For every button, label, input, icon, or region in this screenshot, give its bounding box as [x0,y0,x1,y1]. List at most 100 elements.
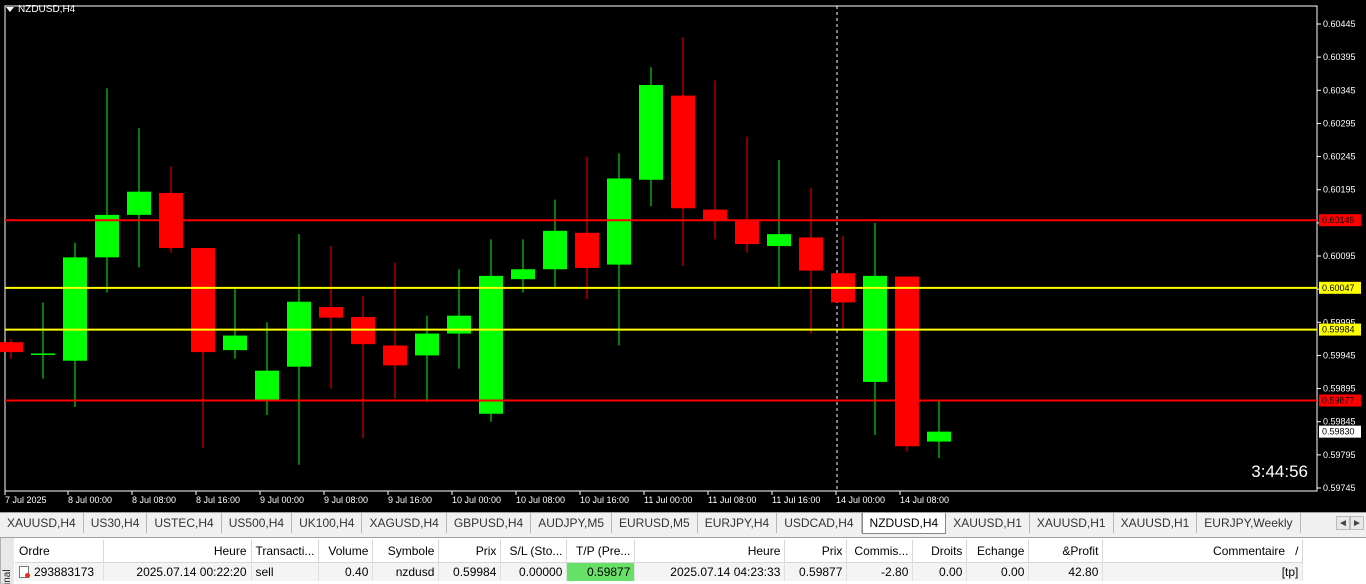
tab-ustec-h4[interactable]: USTEC,H4 [147,513,222,533]
tab-us30-h4[interactable]: US30,H4 [84,513,148,533]
price-tick-label: 0.60395 [1323,52,1356,62]
tab-xauusd-h1[interactable]: XAUUSD,H1 [1030,513,1114,533]
table-cell: 0.00000 [500,562,568,581]
tab-xagusd-h4[interactable]: XAGUSD,H4 [362,513,447,533]
candle-body [639,84,663,180]
candle-body [287,301,311,367]
table-cell: 0.59984 [438,562,502,581]
table-cell: 42.80 [1028,562,1104,581]
time-tick-label: 9 Jul 08:00 [324,495,368,505]
chart-area[interactable]: 0.60445 0.60395 0.60345 0.60295 0.60245 0.601… [0,0,1366,512]
table-cell: [tp] [1102,562,1304,581]
price-tick-label: 0.60295 [1323,118,1356,128]
table-cell: 0.00 [966,562,1030,581]
tab-eurusd-m5[interactable]: EURUSD,M5 [612,513,698,533]
candle-body [0,342,23,353]
price-tick-label: 0.60345 [1323,85,1356,95]
tab-usdcad-h4[interactable]: USDCAD,H4 [777,513,862,533]
column-header[interactable]: Commis... [846,540,914,563]
candle-body [703,209,727,220]
time-tick-label: 14 Jul 08:00 [900,495,949,505]
tab-xauusd-h1[interactable]: XAUUSD,H1 [1114,513,1198,533]
column-header[interactable]: &Profit [1028,540,1104,563]
tab-eurjpy-weekly[interactable]: EURJPY,Weekly [1197,513,1301,533]
level-price-label: 0.60149 [1322,215,1355,225]
candle-body [255,370,279,400]
table-cell: 293883173 [15,562,104,581]
candle-countdown: 3:44:56 [1251,462,1308,481]
price-tick-label: 0.59845 [1323,417,1356,427]
column-header[interactable]: Prix [784,540,848,563]
candle-body [895,276,919,447]
candle-body [735,219,759,245]
level-price-label: 0.59984 [1322,325,1355,335]
column-header[interactable]: Symbole [372,540,440,563]
time-tick-label: 10 Jul 16:00 [580,495,629,505]
table-cell: nzdusd [372,562,440,581]
candle-body [575,232,599,268]
table-cell: 2025.07.14 00:22:20 [103,562,252,581]
time-tick-label: 9 Jul 16:00 [388,495,432,505]
candle-body [191,248,215,353]
column-header[interactable]: Commentaire / [1102,540,1304,563]
candle-body [543,230,567,270]
candle-body [799,237,823,271]
column-header[interactable]: T/P (Pre... [566,540,636,563]
time-tick-label: 7 Jul 2025 [5,495,47,505]
chevron-down-icon[interactable] [6,7,14,12]
column-header[interactable]: Heure [103,540,252,563]
tab-us500-h4[interactable]: US500,H4 [222,513,293,533]
tab-scroll-controls: ◄ ► [1336,516,1364,530]
column-header[interactable]: Prix [438,540,502,563]
chart-symbol-title[interactable]: NZDUSD,H4 [6,4,75,15]
price-tick-label: 0.60095 [1323,251,1356,261]
candle-body [671,95,695,209]
candle-body [927,431,951,442]
history-table: Ordre Heure Transacti... Volume Symbole Prix S… [15,540,1304,581]
sort-indicator-icon: / [1295,543,1299,558]
tab-nzdusd-h4[interactable]: NZDUSD,H4 [861,513,947,534]
candle-body [415,333,439,356]
tab-gbpusd-h4[interactable]: GBPUSD,H4 [447,513,532,533]
table-cell: 0.40 [318,562,374,581]
time-tick-label: 10 Jul 08:00 [516,495,565,505]
tab-uk100-h4[interactable]: UK100,H4 [292,513,363,533]
price-tick-label: 0.59745 [1323,483,1356,493]
candle-body [479,275,503,414]
order-icon [19,565,30,578]
tab-audjpy-m5[interactable]: AUDJPY,M5 [531,513,613,533]
table-row[interactable]: 293883173 2025.07.14 00:22:20 sell 0.40 nzdu… [15,562,1304,581]
terminal-side-label[interactable]: inal [0,538,14,584]
candle-body [767,234,791,247]
candle-body [447,315,471,334]
time-tick-label: 10 Jul 00:00 [452,495,501,505]
time-tick-label: 9 Jul 00:00 [260,495,304,505]
column-header[interactable]: Volume [318,540,374,563]
price-tick-label: 0.59945 [1323,350,1356,360]
candle-body [383,345,407,366]
table-cell: 2025.07.14 04:23:33 [634,562,786,581]
column-header[interactable]: S/L (Sto... [500,540,568,563]
scroll-left-icon[interactable]: ◄ [1336,516,1350,530]
time-tick-label: 11 Jul 16:00 [772,495,820,505]
current-price-label: 0.59830 [1322,427,1355,437]
history-table-header: Ordre Heure Transacti... Volume Symbole Prix S… [15,540,1304,563]
scroll-right-icon[interactable]: ► [1350,516,1364,530]
price-tick-label: 0.60245 [1323,152,1356,162]
column-header[interactable]: Droits [912,540,968,563]
price-chart[interactable]: 0.60445 0.60395 0.60345 0.60295 0.60245 0.601… [0,0,1366,512]
tab-eurjpy-h4[interactable]: EURJPY,H4 [698,513,778,533]
price-tick-label: 0.59795 [1323,450,1356,460]
candle-body [127,191,151,215]
time-tick-label: 14 Jul 00:00 [836,495,885,505]
tab-xauusd-h1[interactable]: XAUUSD,H1 [946,513,1030,533]
column-header[interactable]: Echange [966,540,1030,563]
column-header[interactable]: Heure [634,540,786,563]
chart-title-label: NZDUSD,H4 [18,4,76,15]
chart-tabs-bar: XAUUSD,H4 US30,H4 USTEC,H4 US500,H4 UK100,H4… [0,512,1366,536]
column-header[interactable]: Transacti... [251,540,320,563]
candle-body [31,353,55,355]
level-price-label: 0.60047 [1322,283,1355,293]
tab-xauusd-h4[interactable]: XAUUSD,H4 [0,513,84,533]
column-header[interactable]: Ordre [15,540,104,563]
